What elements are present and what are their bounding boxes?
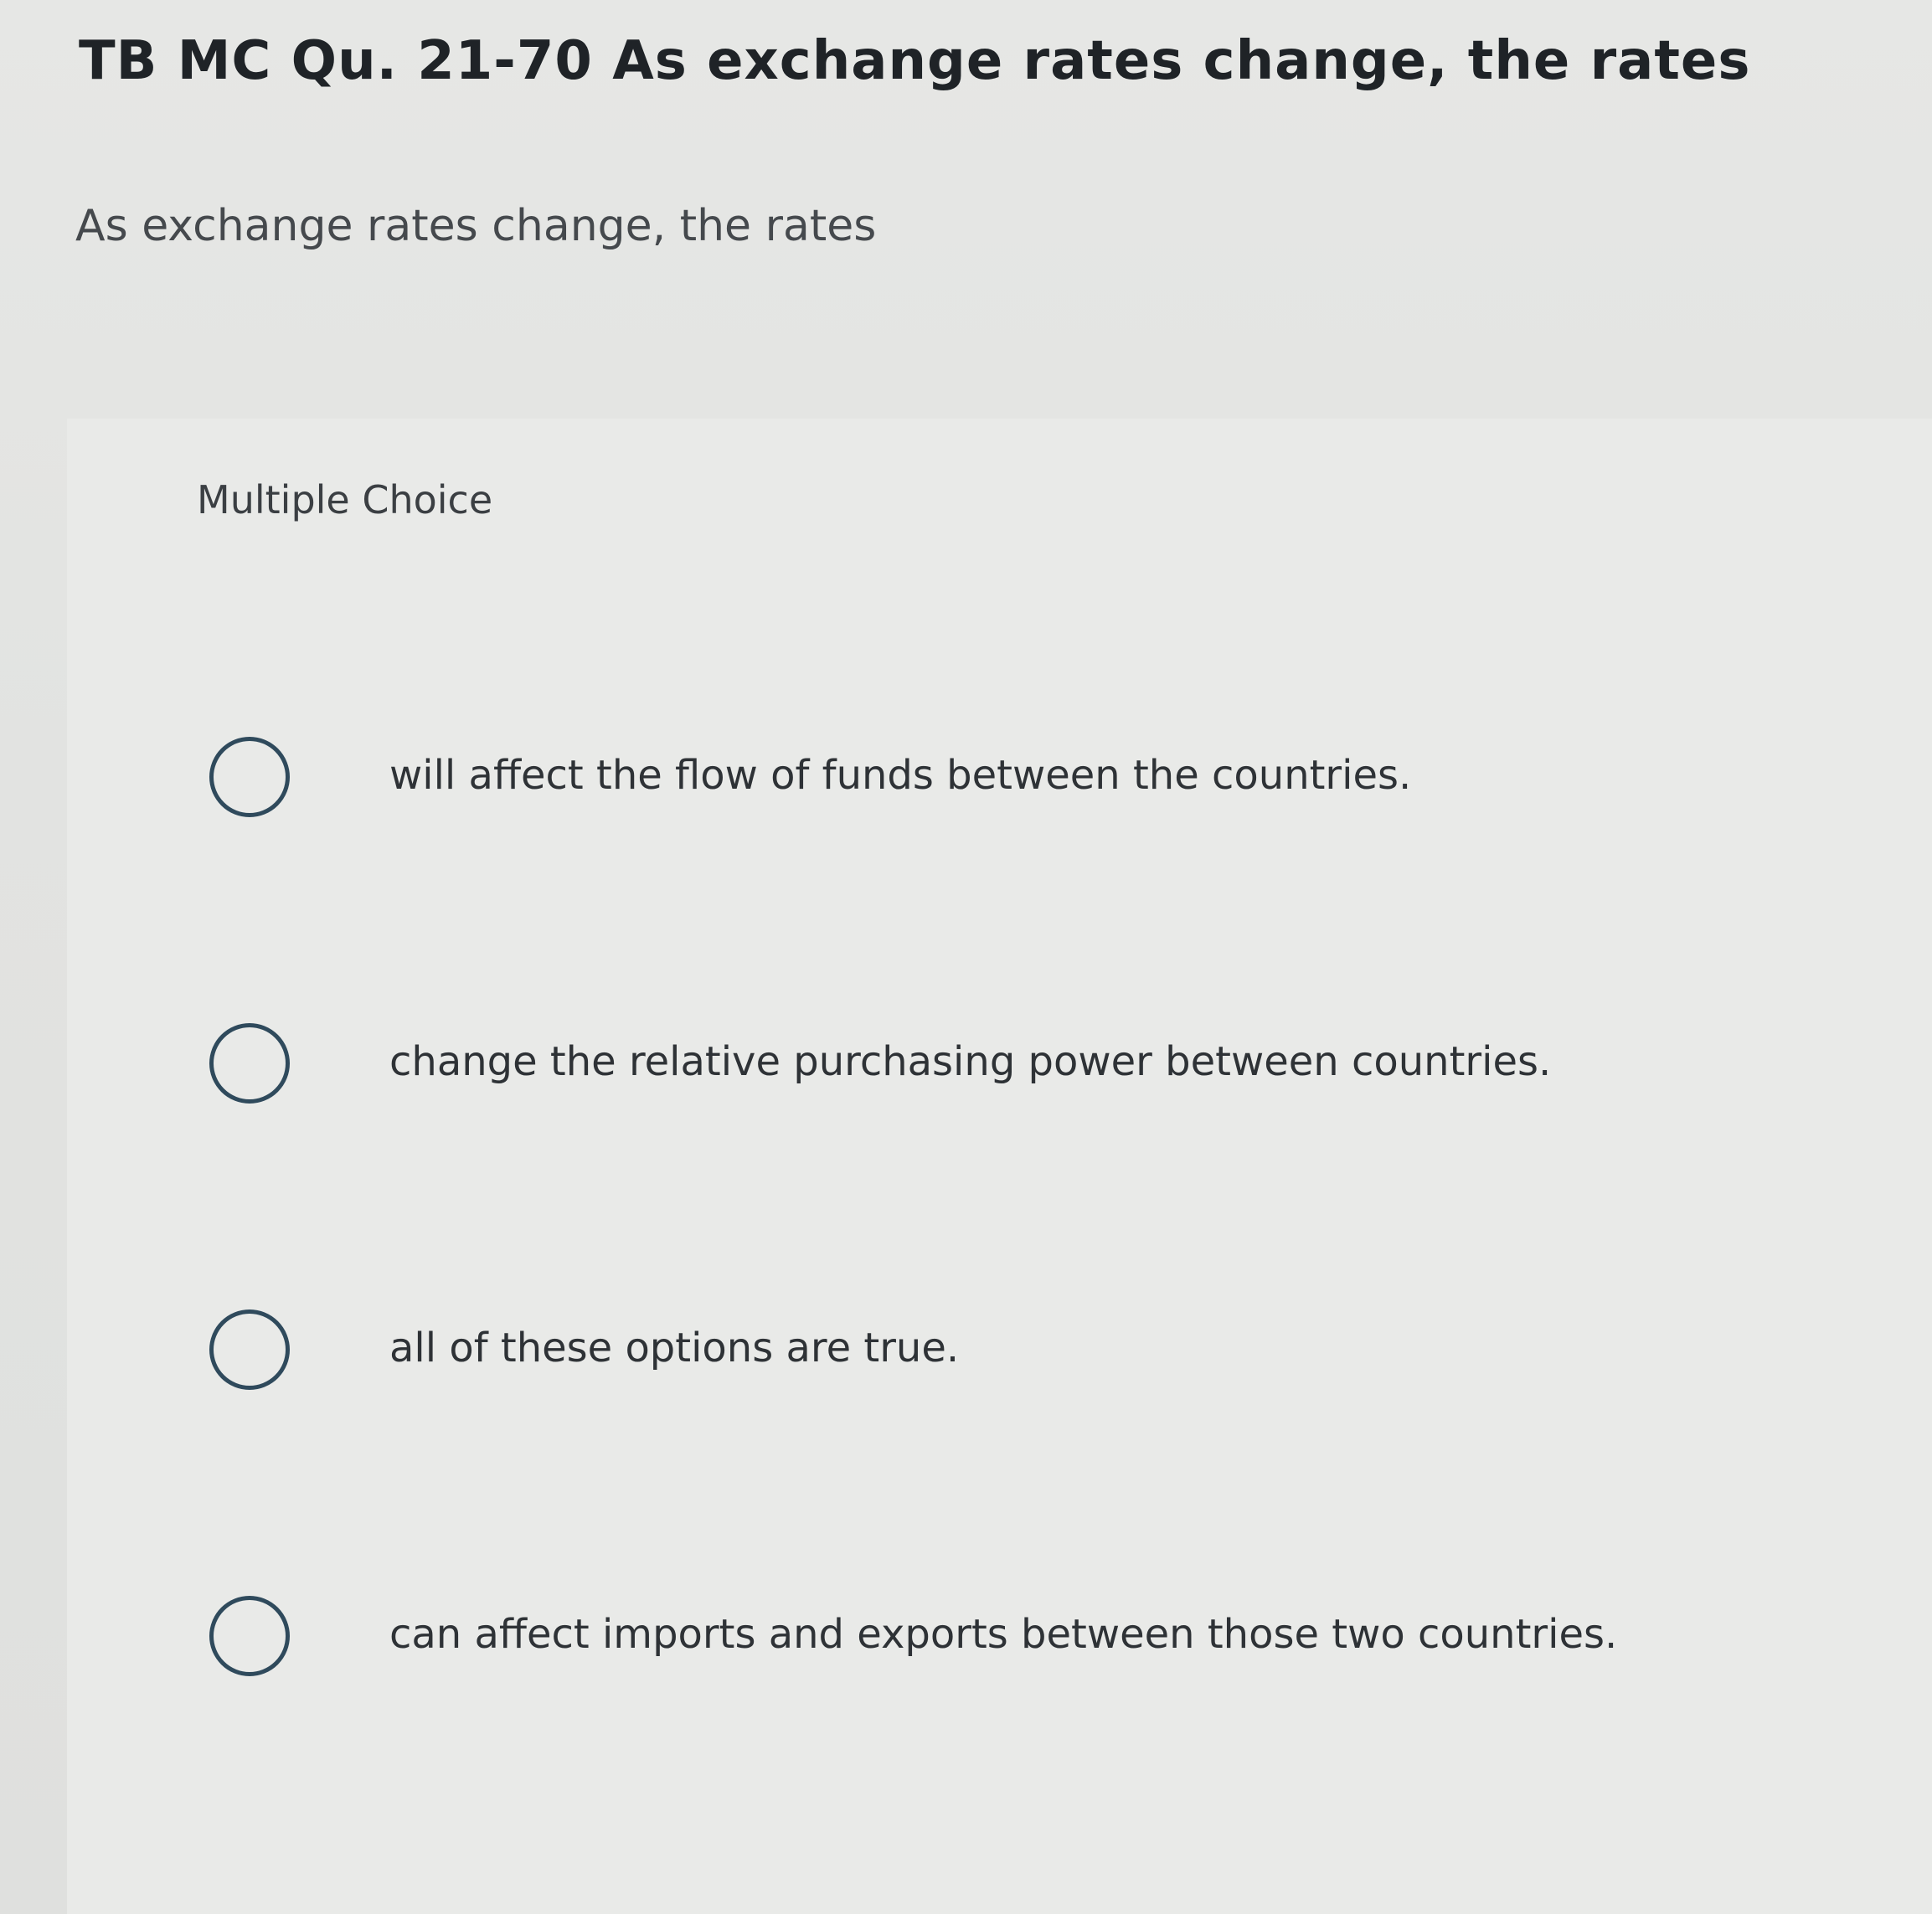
radio-unselected-icon[interactable] (209, 1309, 290, 1390)
answer-option-label: all of these options are true. (389, 1325, 960, 1371)
answer-option-label: change the relative purchasing power bet… (389, 1038, 1552, 1085)
question-type-label: Multiple Choice (197, 477, 493, 522)
answer-option-label: can affect imports and exports between t… (389, 1611, 1618, 1658)
radio-unselected-icon[interactable] (209, 737, 290, 817)
answer-option-1[interactable]: will affect the flow of funds between th… (209, 737, 1801, 837)
answer-option-2[interactable]: change the relative purchasing power bet… (209, 1023, 1801, 1124)
answer-option-3[interactable]: all of these options are true. (209, 1309, 1801, 1410)
radio-unselected-icon[interactable] (209, 1023, 290, 1104)
question-title: TB MC Qu. 21-70 As exchange rates change… (79, 30, 1751, 92)
answer-option-4[interactable]: can affect imports and exports between t… (209, 1596, 1801, 1696)
answer-option-label: will affect the flow of funds between th… (389, 752, 1412, 799)
question-prompt: As exchange rates change, the rates (75, 201, 877, 251)
radio-unselected-icon[interactable] (209, 1596, 290, 1676)
question-page: TB MC Qu. 21-70 As exchange rates change… (0, 0, 1932, 1914)
answer-panel: Multiple Choice will affect the flow of … (67, 419, 1932, 1914)
